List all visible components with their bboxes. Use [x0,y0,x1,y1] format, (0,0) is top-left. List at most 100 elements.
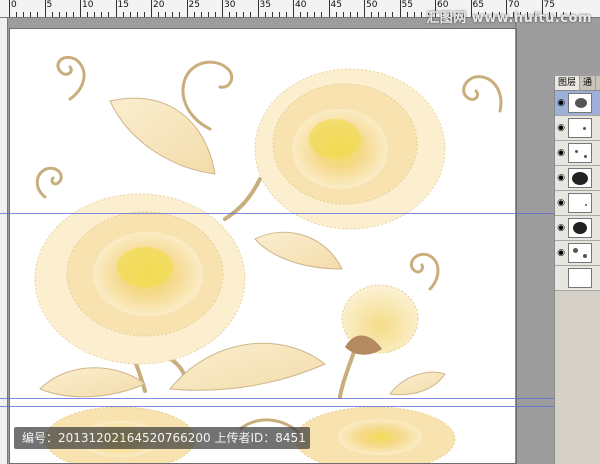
ruler-tick [151,0,152,17]
ruler-tick [285,12,287,17]
ruler-tick [51,12,53,17]
eye-icon[interactable]: ◉ [555,198,567,208]
ruler-tick [264,12,266,17]
ruler-tick [229,12,231,17]
guide-horizontal-1[interactable] [0,213,600,214]
ruler-label: 40 [295,0,307,10]
eye-icon[interactable]: ◉ [555,148,567,158]
layers-panel[interactable]: 图层 通 ◉ ◉ ◉ ◉ ◉ ◉ ◉ [554,76,600,464]
ruler-label: 45 [330,0,342,10]
ruler-tick [392,12,394,17]
layer-row-3[interactable]: ◉ [555,141,600,166]
ruler-tick [236,12,238,17]
ruler-tick [30,12,32,17]
layer-thumbnail [568,218,592,238]
ruler-tick [193,12,195,17]
ruler-tick [293,0,294,17]
ruler-tick [65,12,67,17]
layer-thumbnail [568,243,592,263]
ruler-tick [335,12,337,17]
guide-vertical-1[interactable] [515,18,516,464]
ruler-tick [222,0,223,17]
ruler-tick [420,12,422,17]
ruler-label: 25 [188,0,200,10]
ruler-label: 20 [153,0,165,10]
ruler-tick [101,12,103,17]
ruler-tick [80,0,81,17]
ruler-tick [115,0,117,17]
ruler-tick [406,12,408,17]
ruler-tick [257,0,259,17]
ruler-tick [143,12,145,17]
ruler-tick [207,12,209,17]
peony-left [34,193,246,365]
ruler-label: 55 [401,0,413,10]
ruler-tick [307,12,309,17]
guide-horizontal-3[interactable] [0,406,600,407]
ruler-tick [278,12,280,17]
ruler-tick [186,0,188,17]
ruler-label: 5 [46,0,53,10]
ruler-tick [349,12,351,17]
ruler-tick [158,12,160,17]
layer-thumbnail [568,118,592,138]
layer-row-7[interactable]: ◉ [555,241,600,266]
ruler-tick [314,12,316,17]
layer-row-5[interactable]: ◉ [555,191,600,216]
layer-thumbnail [568,143,592,163]
image-id-caption: 编号：20131202164520766200 上传者ID：8451 [14,427,310,449]
ruler-tick [122,12,124,17]
eye-icon[interactable]: ◉ [555,173,567,183]
ruler-label: 10 [82,0,94,10]
layer-row-1[interactable]: ◉ [555,91,600,116]
ruler-tick [129,12,131,17]
layer-thumbnail [568,168,592,188]
ruler-tick [172,12,174,17]
tab-channels[interactable]: 通 [580,76,597,90]
ruler-tick [356,12,358,17]
ruler-label: 0 [11,0,17,10]
guide-horizontal-2[interactable] [0,398,600,399]
ruler-tick [300,12,302,17]
ruler-label: 30 [224,0,236,10]
ruler-tick [399,0,401,17]
ruler-tick [108,12,110,17]
layer-thumbnail [568,268,592,288]
ruler-tick [37,12,39,17]
layer-thumbnail [568,193,592,213]
eye-icon[interactable]: ◉ [555,98,567,108]
peony-top-right [254,68,446,230]
ruler-tick [44,0,46,17]
ruler-tick [23,12,25,17]
ruler-tick [250,12,252,17]
ruler-tick [413,12,415,17]
ruler-label: 50 [366,0,378,10]
tab-layers[interactable]: 图层 [555,76,581,90]
eye-icon[interactable]: ◉ [555,223,567,233]
flower-bud [341,284,419,355]
ruler-tick [9,0,10,17]
layer-row-8[interactable] [555,266,600,291]
watermark-text: 汇图网 www.huitu.com [426,11,592,26]
ruler-tick [321,12,323,17]
ruler-tick [200,12,202,17]
ruler-tick [378,12,380,17]
ruler-tick [214,12,216,17]
layer-thumbnail [568,93,592,113]
ruler-tick [87,12,89,17]
ruler-label: 35 [259,0,271,10]
ruler-tick [364,0,365,17]
ruler-tick [136,12,138,17]
eye-icon[interactable]: ◉ [555,248,567,258]
ruler-tick [342,12,344,17]
layer-row-4[interactable]: ◉ [555,166,600,191]
ruler-label: 15 [117,0,129,10]
ruler-tick [271,12,273,17]
ruler-tick [243,12,245,17]
eye-icon[interactable]: ◉ [555,123,567,133]
ruler-tick [371,12,373,17]
ruler-tick [94,12,96,17]
layer-row-2[interactable]: ◉ [555,116,600,141]
layer-row-6[interactable]: ◉ [555,216,600,241]
ruler-tick [165,12,167,17]
